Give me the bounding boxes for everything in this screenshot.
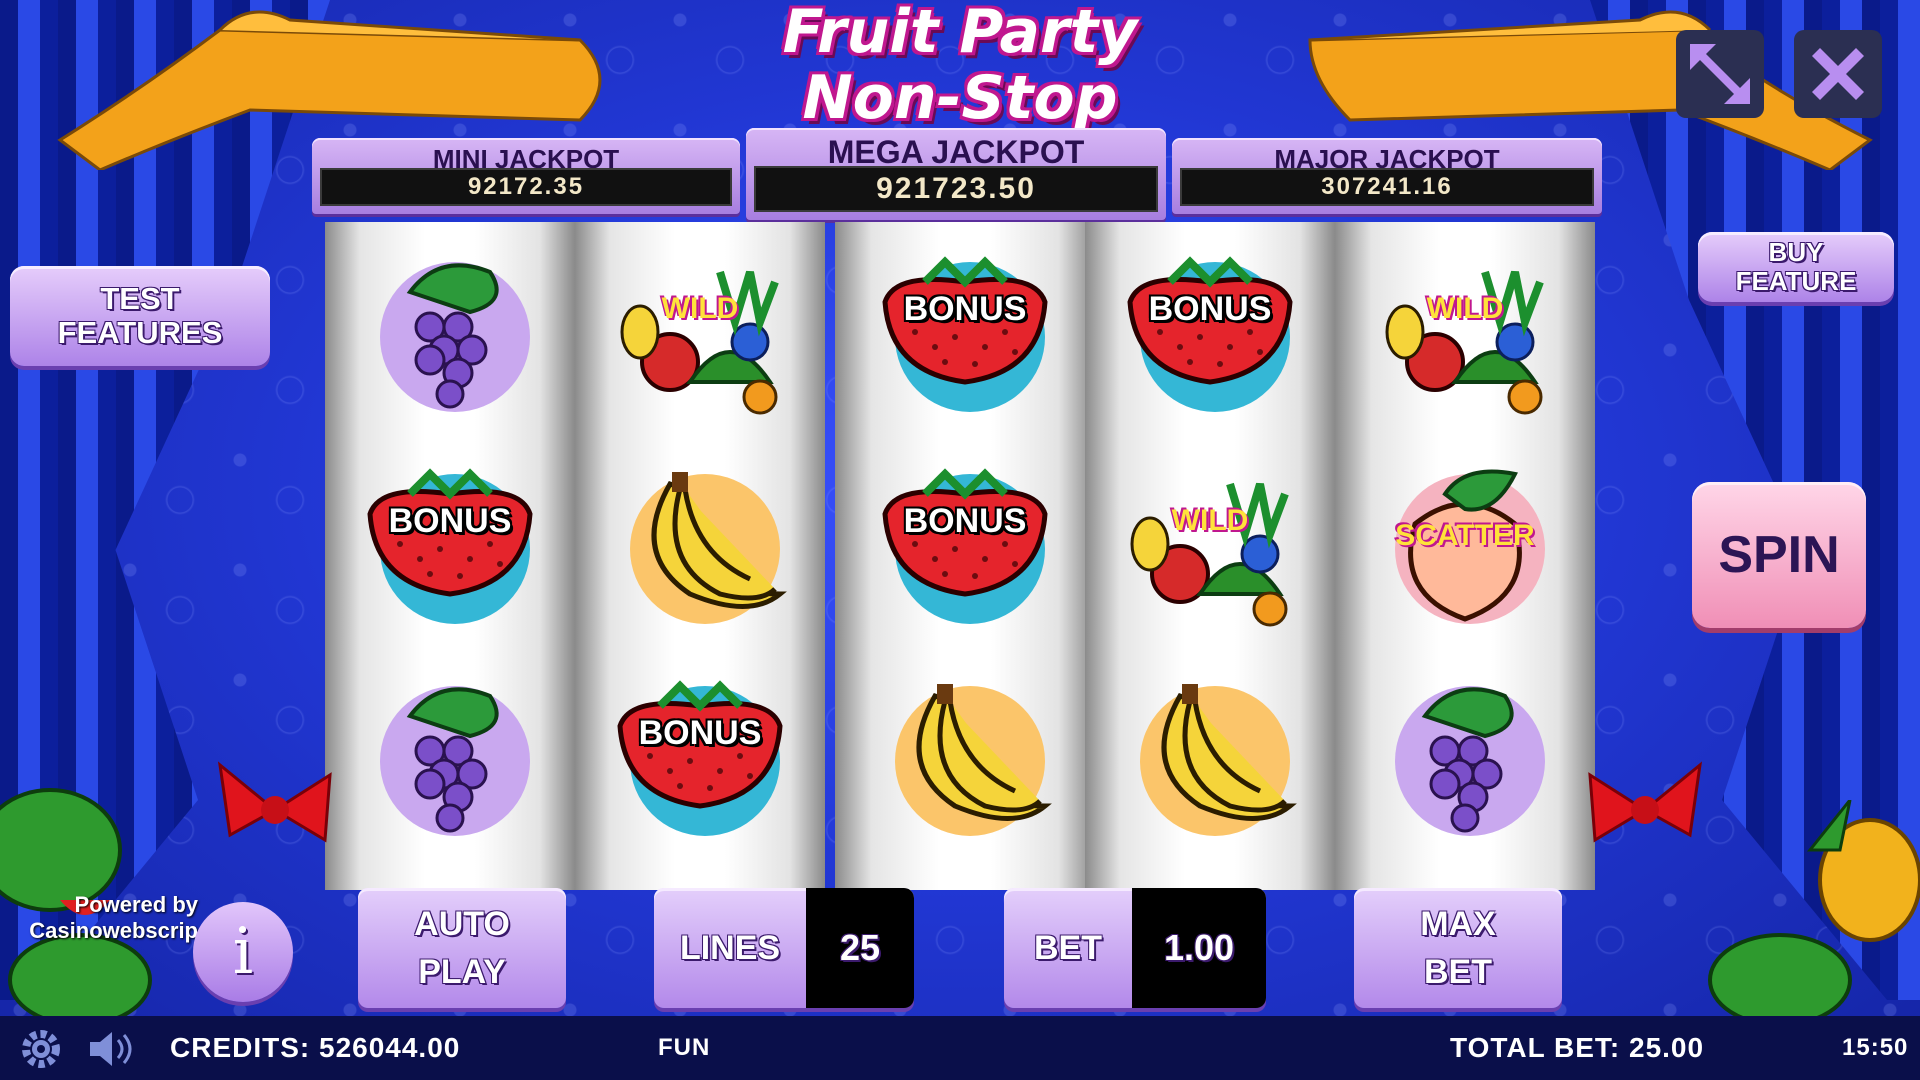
right-red-bow: [1588, 761, 1703, 843]
bonus-icon: [350, 444, 550, 649]
powered-by-text: Powered by Casinowebscrip: [28, 892, 198, 944]
close-icon: [1812, 48, 1864, 100]
grapes-icon: [350, 232, 550, 437]
reel-5: WILD SCATTER: [1335, 222, 1595, 890]
mega-jackpot-panel: MEGA JACKPOT 921723.50: [746, 128, 1166, 220]
credits-text: CREDITS: 526044.00: [170, 1032, 461, 1063]
major-jackpot-value: 307241.16: [1180, 168, 1594, 206]
info-button[interactable]: i: [193, 902, 293, 1002]
reel-1: BONUS: [325, 222, 575, 890]
symbol-label: BONUS: [1148, 290, 1272, 328]
wild-icon: [1365, 232, 1565, 437]
banana-icon: [1110, 656, 1310, 861]
symbol-label: BONUS: [903, 290, 1027, 328]
spin-button[interactable]: SPIN: [1692, 482, 1866, 628]
bet-control[interactable]: BET 1.00: [1004, 888, 1266, 1008]
auto-play-line2: PLAY: [418, 953, 506, 991]
reel-2: WILD BONUS: [575, 222, 825, 890]
symbol-label: WILD: [661, 292, 739, 325]
bet-label: BET: [1034, 929, 1102, 967]
banana-icon: [600, 444, 800, 649]
powered-by-line1: Powered by: [74, 892, 198, 917]
bonus-icon: [865, 232, 1065, 437]
clock-text: 15:50: [1842, 1034, 1909, 1061]
mini-jackpot-value: 92172.35: [320, 168, 732, 206]
test-features-line2: FEATURES: [57, 315, 223, 350]
left-red-bow: [217, 761, 332, 843]
buy-feature-line2: FEATURE: [1735, 266, 1857, 296]
bonus-symbol: BONUS: [1110, 232, 1310, 432]
lines-value: 25: [806, 888, 914, 1008]
symbol-label: SCATTER: [1395, 519, 1535, 552]
lines-control[interactable]: LINES 25: [654, 888, 914, 1008]
wild-symbol: WILD: [1110, 444, 1310, 644]
banana-symbol: [600, 444, 800, 644]
total-bet-text: TOTAL BET: 25.00: [1450, 1032, 1705, 1063]
bonus-symbol: BONUS: [350, 444, 550, 644]
bonus-icon: [1110, 232, 1310, 437]
wild-symbol: WILD: [600, 232, 800, 432]
mini-jackpot-panel: MINI JACKPOT 92172.35: [312, 138, 740, 214]
fullscreen-icon: [1690, 44, 1750, 104]
reels-area: BONUS WILD BONUS BONUS BONUS BONUS WILD WILD SCA…: [325, 222, 1595, 890]
bonus-symbol: BONUS: [865, 444, 1065, 644]
symbol-label: BONUS: [903, 502, 1027, 540]
close-button[interactable]: [1794, 30, 1882, 118]
symbol-label: WILD: [1426, 292, 1504, 325]
grapes-symbol: [1365, 656, 1565, 856]
reel-3: BONUS BONUS: [835, 222, 1095, 890]
bonus-symbol: BONUS: [865, 232, 1065, 432]
banana-symbol: [1110, 656, 1310, 856]
lines-label: LINES: [679, 929, 781, 967]
buy-feature-line1: BUY: [1768, 237, 1824, 267]
banana-symbol: [865, 656, 1065, 856]
symbol-label: BONUS: [638, 714, 762, 752]
auto-play-button[interactable]: AUTO PLAY: [358, 888, 566, 1008]
wild-symbol: WILD: [1365, 232, 1565, 432]
test-features-button[interactable]: TEST FEATURES: [10, 266, 270, 366]
status-bar: CREDITS: 526044.00 FUN TOTAL BET: 25.00 …: [0, 1016, 1920, 1080]
bonus-symbol: BONUS: [600, 656, 800, 856]
game-stage: Fruit Party Non-Stop MINI JACKPOT 92172.…: [0, 0, 1920, 1080]
max-bet-line1: MAX: [1420, 905, 1496, 943]
test-features-line1: TEST: [100, 281, 180, 316]
buy-feature-button[interactable]: BUY FEATURE: [1698, 232, 1894, 302]
grapes-icon: [1365, 656, 1565, 861]
auto-play-line1: AUTO: [414, 905, 510, 943]
game-title: Fruit Party Non-Stop: [720, 2, 1200, 128]
bonus-icon: [865, 444, 1065, 649]
reel-4: BONUS WILD: [1085, 222, 1335, 890]
powered-by-line2: Casinowebscrip: [29, 918, 198, 943]
fullscreen-button[interactable]: [1676, 30, 1764, 118]
game-title-line1: Fruit Party: [782, 0, 1138, 67]
banana-icon: [865, 656, 1065, 861]
mega-jackpot-value: 921723.50: [754, 166, 1158, 212]
scatter-symbol: SCATTER: [1365, 444, 1565, 644]
bonus-icon: [600, 656, 800, 861]
mode-text: FUN: [658, 1034, 711, 1061]
gear-icon[interactable]: [18, 1026, 64, 1072]
major-jackpot-panel: MAJOR JACKPOT 307241.16: [1172, 138, 1602, 214]
max-bet-line2: BET: [1424, 953, 1492, 991]
symbol-label: BONUS: [388, 502, 512, 540]
wild-icon: [1110, 444, 1310, 649]
symbol-label: WILD: [1171, 504, 1249, 537]
wild-icon: [600, 232, 800, 437]
grapes-symbol: [350, 656, 550, 856]
game-title-line2: Non-Stop: [802, 63, 1118, 133]
max-bet-button[interactable]: MAX BET: [1354, 888, 1562, 1008]
grapes-icon: [350, 656, 550, 861]
grapes-symbol: [350, 232, 550, 432]
bet-value: 1.00: [1132, 888, 1266, 1008]
right-pineapple-decor: [1708, 800, 1920, 1020]
speaker-icon[interactable]: [86, 1026, 138, 1072]
